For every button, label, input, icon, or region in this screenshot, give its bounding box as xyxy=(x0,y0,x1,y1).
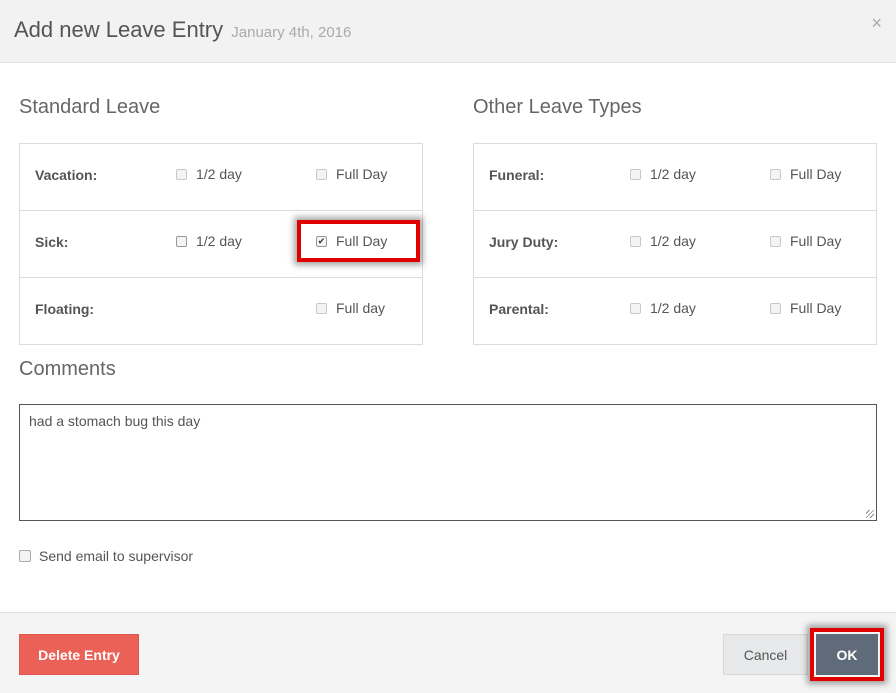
dialog-title-text: Add new Leave Entry xyxy=(14,17,224,42)
checkbox-icon[interactable] xyxy=(630,302,641,314)
highlight-box-sick-full-day xyxy=(297,220,420,262)
dialog-title: Add new Leave Entry January 4th, 2016 xyxy=(14,17,351,43)
standard-leave-title: Standard Leave xyxy=(19,96,161,118)
comments-textarea[interactable]: had a stomach bug this day xyxy=(19,404,877,521)
row-label: Parental: xyxy=(489,301,549,317)
checkbox-icon[interactable] xyxy=(176,235,187,247)
option-label: Full Day xyxy=(790,166,842,182)
funeral-full-day-checkbox[interactable]: Full Day xyxy=(770,166,841,182)
highlight-box-ok xyxy=(810,628,884,681)
option-label: 1/2 day xyxy=(650,166,696,182)
vacation-full-day-checkbox[interactable]: Full Day xyxy=(316,166,387,182)
sick-half-day-checkbox[interactable]: 1/2 day xyxy=(176,233,242,249)
checkbox-icon[interactable] xyxy=(316,302,327,314)
leave-row-jury-duty: Jury Duty: 1/2 day Full Day xyxy=(474,211,876,278)
option-label: 1/2 day xyxy=(196,233,242,249)
checkbox-icon[interactable] xyxy=(770,168,781,180)
delete-entry-button[interactable]: Delete Entry xyxy=(19,634,139,675)
row-label: Funeral: xyxy=(489,167,545,183)
comments-title: Comments xyxy=(19,358,116,380)
leave-row-parental: Parental: 1/2 day Full Day xyxy=(474,278,876,345)
parental-full-day-checkbox[interactable]: Full Day xyxy=(770,300,841,316)
other-leave-title: Other Leave Types xyxy=(473,96,642,118)
leave-row-vacation: Vacation: 1/2 day Full Day xyxy=(20,144,422,211)
row-label: Floating: xyxy=(35,301,95,317)
option-label: Full day xyxy=(336,300,386,316)
option-label: 1/2 day xyxy=(650,233,696,249)
cancel-button[interactable]: Cancel xyxy=(723,634,808,675)
dialog-footer: Delete Entry Cancel OK xyxy=(0,612,896,693)
option-label: Full Day xyxy=(790,300,842,316)
option-label: Full Day xyxy=(336,166,388,182)
option-label: 1/2 day xyxy=(650,300,696,316)
resize-grip-icon[interactable] xyxy=(866,510,874,518)
checkbox-icon[interactable] xyxy=(19,550,31,562)
checkbox-icon[interactable] xyxy=(176,168,187,180)
row-label: Vacation: xyxy=(35,167,98,183)
checkbox-icon[interactable] xyxy=(630,168,641,180)
checkbox-icon[interactable] xyxy=(316,168,327,180)
other-leave-table: Funeral: 1/2 day Full Day Jury Duty: 1/2… xyxy=(473,143,877,345)
dialog-header: Add new Leave Entry January 4th, 2016 × xyxy=(0,0,896,63)
jury-duty-half-day-checkbox[interactable]: 1/2 day xyxy=(630,233,696,249)
entry-date: January 4th, 2016 xyxy=(231,24,352,41)
jury-duty-full-day-checkbox[interactable]: Full Day xyxy=(770,233,841,249)
send-email-label: Send email to supervisor xyxy=(39,548,194,564)
parental-half-day-checkbox[interactable]: 1/2 day xyxy=(630,300,696,316)
row-label: Sick: xyxy=(35,234,69,250)
checkbox-icon[interactable] xyxy=(770,235,781,247)
vacation-half-day-checkbox[interactable]: 1/2 day xyxy=(176,166,242,182)
floating-full-day-checkbox[interactable]: Full day xyxy=(316,300,385,316)
row-label: Jury Duty: xyxy=(489,234,559,250)
checkbox-icon[interactable] xyxy=(770,302,781,314)
checkbox-icon[interactable] xyxy=(630,235,641,247)
option-label: 1/2 day xyxy=(196,166,242,182)
option-label: Full Day xyxy=(790,233,842,249)
close-icon[interactable]: × xyxy=(871,14,882,32)
leave-row-floating: Floating: Full day xyxy=(20,278,422,345)
funeral-half-day-checkbox[interactable]: 1/2 day xyxy=(630,166,696,182)
send-email-checkbox[interactable]: Send email to supervisor xyxy=(19,548,193,564)
leave-row-funeral: Funeral: 1/2 day Full Day xyxy=(474,144,876,211)
